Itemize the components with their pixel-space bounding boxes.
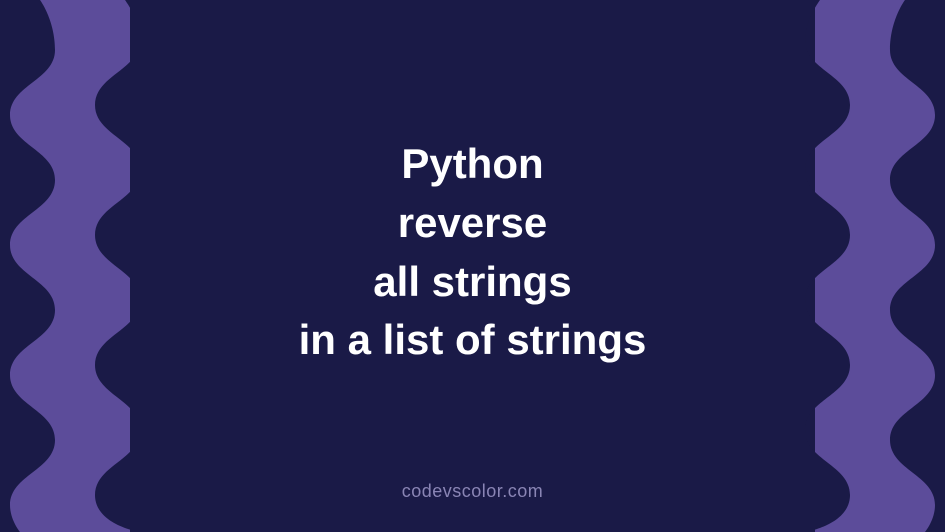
watermark-text: codevscolor.com [402,481,544,502]
decorative-blob-right [745,0,945,532]
title-line-1: Python [173,135,773,194]
title-line-4: in a list of strings [173,311,773,370]
title-text: Python reverse all strings in a list of … [173,135,773,370]
title-line-2: reverse [173,194,773,253]
title-line-3: all strings [173,253,773,312]
